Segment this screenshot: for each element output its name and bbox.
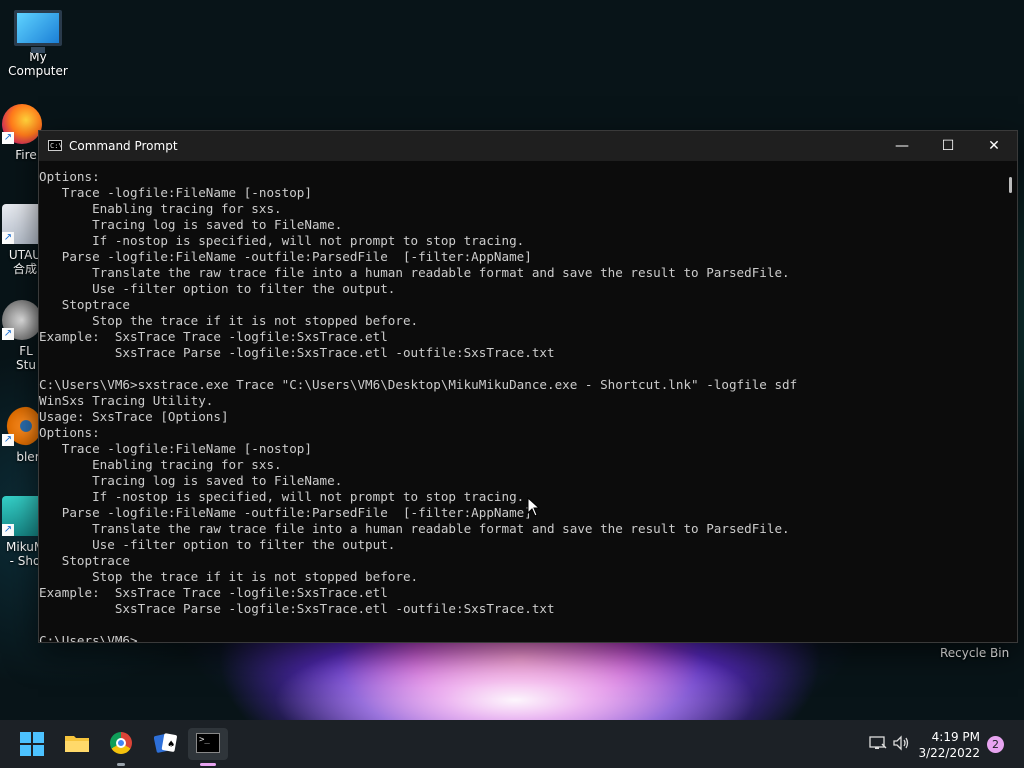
console-line: Example: SxsTrace Trace -logfile:SxsTrac… bbox=[39, 585, 388, 600]
firefox-icon: ↗ bbox=[2, 104, 42, 144]
network-icon[interactable] bbox=[869, 735, 887, 751]
console-line: Translate the raw trace file into a huma… bbox=[39, 521, 790, 536]
console-line: C:\Users\VM6> bbox=[39, 633, 138, 642]
maximize-button[interactable]: ☐ bbox=[925, 131, 971, 161]
command-prompt-icon: C:\ bbox=[48, 140, 63, 151]
shortcut-arrow-icon: ↗ bbox=[2, 232, 14, 244]
console-line: C:\Users\VM6>sxstrace.exe Trace "C:\User… bbox=[39, 377, 798, 392]
utau-icon: ↗ bbox=[2, 204, 42, 244]
console-line: Options: bbox=[39, 169, 100, 184]
mouse-pointer-icon bbox=[527, 497, 541, 517]
fl-studio-icon: ↗ bbox=[2, 300, 42, 340]
computer-icon bbox=[14, 10, 62, 53]
volume-icon[interactable] bbox=[893, 735, 911, 751]
console-line: Trace -logfile:FileName [-nostop] bbox=[39, 441, 312, 456]
console-line: WinSxs Tracing Utility. bbox=[39, 393, 214, 408]
console-line: SxsTrace Parse -logfile:SxsTrace.etl -ou… bbox=[39, 601, 555, 616]
clock-time: 4:19 PM bbox=[931, 730, 980, 744]
shortcut-arrow-icon: ↗ bbox=[2, 132, 14, 144]
console-line: Stop the trace if it is not stopped befo… bbox=[39, 313, 419, 328]
clock[interactable]: 4:19 PM 3/22/2022 bbox=[918, 729, 980, 761]
console-line: If -nostop is specified, will not prompt… bbox=[39, 489, 525, 504]
console-output[interactable]: Options: Trace -logfile:FileName [-nosto… bbox=[39, 161, 1003, 642]
console-line: If -nostop is specified, will not prompt… bbox=[39, 233, 525, 248]
desktop-icon-my-computer[interactable]: My Computer bbox=[0, 10, 76, 78]
console-line: Example: SxsTrace Trace -logfile:SxsTrac… bbox=[39, 329, 388, 344]
console-line: Trace -logfile:FileName [-nostop] bbox=[39, 185, 312, 200]
console-line: Tracing log is saved to FileName. bbox=[39, 217, 343, 232]
console-line: SxsTrace Parse -logfile:SxsTrace.etl -ou… bbox=[39, 345, 555, 360]
command-prompt-window[interactable]: C:\ Command Prompt — ☐ ✕ Options: Trace … bbox=[38, 130, 1018, 643]
command-prompt-icon: >_ bbox=[196, 733, 220, 753]
running-indicator bbox=[117, 763, 125, 766]
console-line: Use -filter option to filter the output. bbox=[39, 281, 396, 296]
start-icon[interactable] bbox=[20, 732, 44, 756]
console-line: Stoptrace bbox=[39, 553, 130, 568]
console-line: Stop the trace if it is not stopped befo… bbox=[39, 569, 419, 584]
chrome-icon[interactable] bbox=[110, 732, 132, 754]
vertical-scrollbar[interactable] bbox=[1003, 161, 1017, 642]
console-line: Parse -logfile:FileName -outfile:ParsedF… bbox=[39, 505, 532, 520]
console-line: Enabling tracing for sxs. bbox=[39, 457, 282, 472]
console-line: Parse -logfile:FileName -outfile:ParsedF… bbox=[39, 249, 532, 264]
console-line: Enabling tracing for sxs. bbox=[39, 201, 282, 216]
shortcut-arrow-icon: ↗ bbox=[2, 434, 14, 446]
window-title: Command Prompt bbox=[69, 139, 178, 153]
clock-date: 3/22/2022 bbox=[918, 746, 980, 760]
scrollbar-thumb[interactable] bbox=[1009, 177, 1012, 193]
notification-badge[interactable]: 2 bbox=[987, 736, 1004, 753]
svg-text:♠: ♠ bbox=[167, 740, 175, 750]
mikumikudance-icon: ↗ bbox=[2, 496, 42, 536]
shortcut-arrow-icon: ↗ bbox=[2, 328, 14, 340]
desktop-icon-label: My Computer bbox=[8, 50, 68, 78]
minimize-button[interactable]: — bbox=[879, 131, 925, 161]
solitaire-icon[interactable]: ♠ bbox=[154, 732, 178, 754]
console-line: Tracing log is saved to FileName. bbox=[39, 473, 343, 488]
shortcut-arrow-icon: ↗ bbox=[2, 524, 14, 536]
window-titlebar[interactable]: C:\ Command Prompt — ☐ ✕ bbox=[39, 131, 1017, 161]
desktop-icon-recycle-bin[interactable]: Recycle Bin bbox=[940, 646, 1009, 660]
blender-icon: ↗ bbox=[2, 406, 42, 446]
console-line: Translate the raw trace file into a huma… bbox=[39, 265, 790, 280]
console-line: Stoptrace bbox=[39, 297, 130, 312]
file-explorer-icon[interactable] bbox=[65, 733, 89, 753]
console-line: Usage: SxsTrace [Options] bbox=[39, 409, 229, 424]
active-indicator bbox=[200, 763, 216, 766]
console-line: Options: bbox=[39, 425, 100, 440]
close-button[interactable]: ✕ bbox=[971, 131, 1017, 161]
console-line: Use -filter option to filter the output. bbox=[39, 537, 396, 552]
